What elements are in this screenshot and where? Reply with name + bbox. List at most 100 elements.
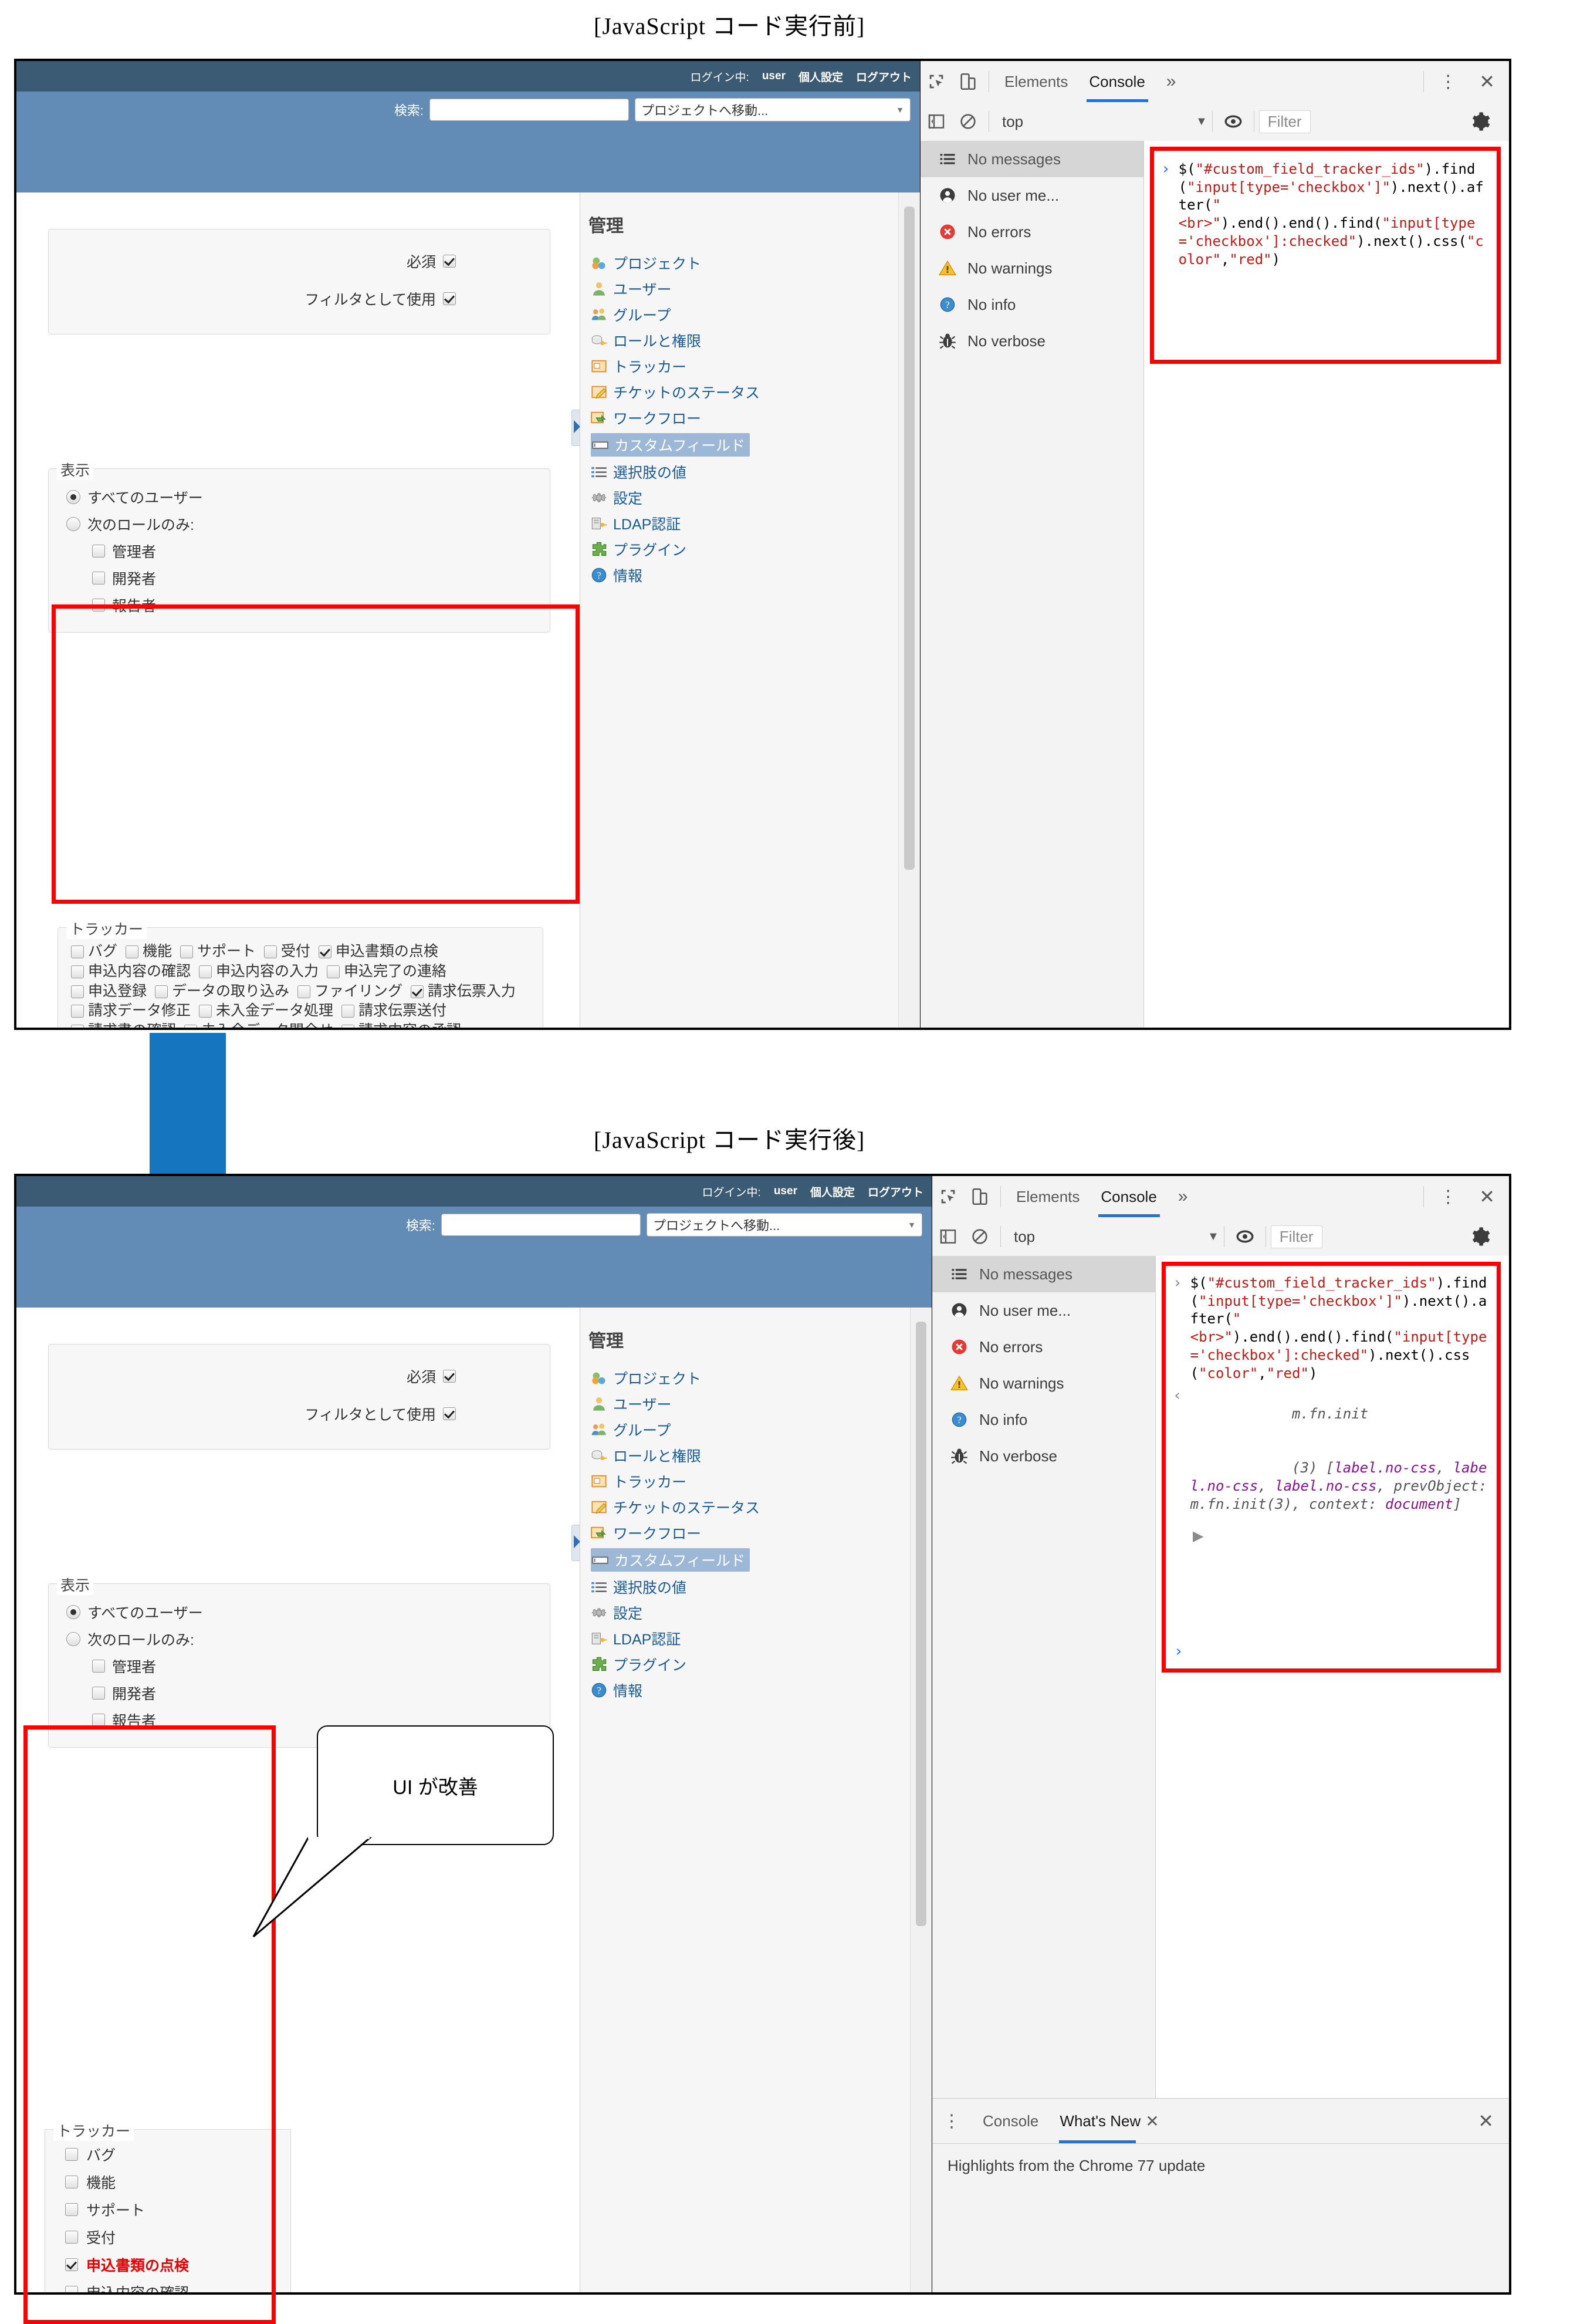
more-tabs-icon-after[interactable]: »	[1168, 1176, 1199, 1217]
tracker-checkbox-after-2[interactable]	[65, 2203, 78, 2216]
console-sidebar-item-after-3[interactable]: No warnings	[932, 1365, 1155, 1401]
tracker-item-before-17[interactable]: 請求内容の承認	[341, 1022, 461, 1028]
tracker-item-after-3[interactable]: 受付	[65, 2223, 290, 2251]
console-sidebar-item-after-5[interactable]: No verbose	[932, 1438, 1155, 1474]
console-sidebar-item-after-2[interactable]: No errors	[932, 1329, 1155, 1365]
execution-context-select[interactable]: top	[994, 113, 1196, 131]
drawer-tab-close-icon[interactable]: ✕	[1145, 2112, 1166, 2131]
visibility-all-radio-after[interactable]	[66, 1605, 80, 1619]
role-row-after-1[interactable]: 開発者	[92, 1683, 550, 1704]
search-input-after[interactable]	[441, 1214, 641, 1236]
tracker-checkbox-before-12[interactable]	[71, 1005, 84, 1018]
account-link[interactable]: 個人設定	[798, 69, 843, 85]
console-sidebar-item-after-0[interactable]: No messages	[932, 1256, 1155, 1292]
tracker-item-after-1[interactable]: 機能	[65, 2168, 290, 2195]
visibility-all-radio[interactable]	[66, 490, 80, 504]
tracker-item-after-2[interactable]: サポート	[65, 2195, 290, 2223]
tracker-item-before-0[interactable]: バグ	[71, 943, 117, 960]
drawer-tab-whats-new[interactable]: What's New	[1049, 2099, 1145, 2143]
tracker-checkbox-before-14[interactable]	[341, 1005, 354, 1018]
tracker-item-before-8[interactable]: 申込登録	[71, 983, 147, 999]
role-checkbox-0[interactable]	[92, 545, 105, 558]
tracker-item-after-5[interactable]: 申込内容の確認	[65, 2278, 290, 2292]
role-checkbox-after-2[interactable]	[92, 1714, 105, 1727]
admin-menu-item-after-4[interactable]: トラッカー	[591, 1471, 911, 1492]
tab-console-after[interactable]: Console	[1090, 1176, 1167, 1217]
tracker-item-after-4[interactable]: 申込書類の点検	[65, 2251, 290, 2278]
tracker-checkbox-after-5[interactable]	[65, 2285, 78, 2292]
console-sidebar-item-before-3[interactable]: No warnings	[921, 250, 1143, 286]
drawer-close-icon[interactable]: ✕	[1467, 2099, 1509, 2143]
console-sidebar-item-before-0[interactable]: No messages	[921, 141, 1143, 177]
admin-menu-item-before-6[interactable]: ワークフロー	[591, 407, 899, 428]
console-sidebar-item-after-4[interactable]: ? No info	[932, 1401, 1155, 1438]
use-as-filter-checkbox[interactable]	[443, 292, 456, 305]
role-checkbox-after-0[interactable]	[92, 1660, 105, 1673]
filter-input[interactable]: Filter	[1258, 110, 1311, 133]
device-toolbar-icon[interactable]	[952, 66, 984, 97]
role-row-0[interactable]: 管理者	[92, 541, 550, 562]
tracker-item-before-1[interactable]: 機能	[125, 943, 172, 960]
tracker-checkbox-before-17[interactable]	[341, 1025, 354, 1028]
admin-menu-item-after-9[interactable]: 設定	[591, 1602, 911, 1623]
admin-menu-item-after-10[interactable]: LDAP認証	[591, 1628, 911, 1649]
tracker-checkbox-after-3[interactable]	[65, 2230, 78, 2244]
tracker-item-before-2[interactable]: サポート	[180, 943, 256, 960]
admin-menu-item-before-1[interactable]: ユーザー	[591, 278, 899, 299]
clear-console-icon-after[interactable]	[964, 1221, 996, 1252]
kebab-icon[interactable]: ⋮	[1429, 61, 1469, 102]
clear-console-icon[interactable]	[952, 106, 984, 137]
admin-menu-item-after-11[interactable]: プラグイン	[591, 1654, 911, 1675]
role-checkbox-1[interactable]	[92, 572, 105, 585]
tracker-checkbox-before-4[interactable]	[318, 945, 331, 958]
context-chevron-down-icon[interactable]: ▼	[1196, 115, 1207, 129]
admin-menu-item-after-6[interactable]: ワークフロー	[591, 1522, 911, 1543]
logout-link[interactable]: ログアウト	[856, 69, 912, 85]
settings-gear-icon[interactable]	[1464, 106, 1496, 137]
console-expander-icon[interactable]: ▶	[1193, 1528, 1203, 1545]
tracker-item-before-3[interactable]: 受付	[263, 943, 310, 960]
admin-menu-item-before-4[interactable]: トラッカー	[591, 356, 899, 377]
tracker-checkbox-after-0[interactable]	[65, 2147, 78, 2161]
role-checkbox-after-1[interactable]	[92, 1687, 105, 1700]
role-row-1[interactable]: 開発者	[92, 568, 550, 589]
tracker-checkbox-before-6[interactable]	[198, 965, 212, 978]
admin-menu-item-before-11[interactable]: プラグイン	[591, 539, 899, 560]
admin-menu-item-before-5[interactable]: チケットのステータス	[591, 381, 899, 403]
role-row-after-0[interactable]: 管理者	[92, 1656, 550, 1677]
tab-console[interactable]: Console	[1078, 61, 1155, 102]
tracker-checkbox-before-13[interactable]	[198, 1005, 212, 1018]
live-expression-icon-after[interactable]	[1229, 1221, 1261, 1252]
device-toolbar-icon-after[interactable]	[964, 1181, 996, 1212]
close-icon[interactable]: ✕	[1469, 61, 1509, 102]
tracker-checkbox-before-9[interactable]	[154, 985, 168, 998]
account-link-after[interactable]: 個人設定	[810, 1184, 855, 1200]
drawer-tab-console[interactable]: Console	[972, 2099, 1049, 2143]
drawer-kebab-icon[interactable]: ⋮	[932, 2099, 972, 2143]
tracker-checkbox-before-2[interactable]	[180, 945, 193, 958]
console-sidebar-item-after-1[interactable]: No user me...	[932, 1292, 1155, 1329]
inspect-element-icon-after[interactable]	[932, 1181, 964, 1212]
more-tabs-icon[interactable]: »	[1156, 61, 1187, 102]
redmine-scrollbar-before[interactable]	[898, 192, 920, 1028]
tracker-item-before-5[interactable]: 申込内容の確認	[71, 963, 191, 979]
tracker-item-before-11[interactable]: 請求伝票入力	[410, 983, 516, 999]
live-expression-icon[interactable]	[1217, 106, 1249, 137]
logout-link-after[interactable]: ログアウト	[868, 1184, 923, 1200]
admin-menu-item-before-10[interactable]: LDAP認証	[591, 513, 899, 534]
execution-context-select-after[interactable]: top	[1006, 1228, 1207, 1246]
tracker-item-before-12[interactable]: 請求データ修正	[71, 1002, 191, 1019]
tracker-checkbox-before-1[interactable]	[125, 945, 138, 958]
visibility-roles-radio-row-after[interactable]: 次のロールのみ:	[66, 1629, 550, 1650]
admin-menu-item-after-12[interactable]: ? 情報	[591, 1680, 911, 1701]
console-sidebar-item-before-4[interactable]: ? No info	[921, 286, 1143, 323]
tracker-item-before-14[interactable]: 請求伝票送付	[341, 1002, 446, 1019]
admin-menu-item-after-5[interactable]: チケットのステータス	[591, 1497, 911, 1518]
tracker-item-before-15[interactable]: 請求書の確認	[71, 1022, 176, 1028]
required-checkbox[interactable]	[443, 255, 456, 268]
console-sidebar-item-before-2[interactable]: No errors	[921, 214, 1143, 250]
tracker-item-before-9[interactable]: データの取り込み	[154, 983, 289, 999]
admin-menu-item-after-3[interactable]: ロールと権限	[591, 1445, 911, 1466]
console-input-code-after[interactable]: $("#custom_field_tracker_ids").find("inp…	[1190, 1274, 1488, 1382]
console-sidebar-item-before-1[interactable]: No user me...	[921, 177, 1143, 214]
